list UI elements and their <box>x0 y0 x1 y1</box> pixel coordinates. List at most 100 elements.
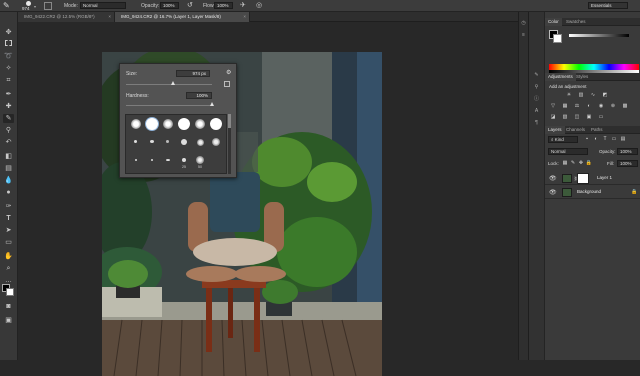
tab-adjustments[interactable]: Adjustments <box>545 73 576 81</box>
lasso-tool-icon[interactable]: ➰ <box>3 52 14 61</box>
threshold-icon[interactable]: ◫ <box>573 114 581 120</box>
black-white-icon[interactable]: ◐ <box>585 103 593 109</box>
curves-icon[interactable]: ∿ <box>589 92 597 98</box>
crop-tool-icon[interactable]: ⌗ <box>3 76 14 85</box>
filter-shape-icon[interactable]: ▭ <box>610 136 618 142</box>
healing-brush-tool-icon[interactable]: ✚ <box>3 102 14 111</box>
brush-size-slider-thumb[interactable] <box>170 81 175 85</box>
airbrush-icon[interactable]: ✈ <box>240 2 248 10</box>
info-icon[interactable]: ⓘ <box>533 96 540 103</box>
presets-scrollbar[interactable] <box>228 114 231 174</box>
brush-preset[interactable] <box>160 135 176 155</box>
blur-tool-icon[interactable]: 💧 <box>3 176 14 185</box>
brush-preset-selected[interactable] <box>144 116 160 136</box>
brush-preset[interactable] <box>208 135 224 155</box>
eye-icon[interactable]: 👁 <box>549 175 557 182</box>
hand-tool-icon[interactable]: ✋ <box>3 252 14 261</box>
pressure-size-icon[interactable]: ◎ <box>256 2 264 10</box>
brush-preset[interactable]: 25 <box>176 155 192 173</box>
layer-row-background[interactable]: 👁 Background 🔒 <box>545 186 640 199</box>
posterize-icon[interactable]: ▧ <box>561 114 569 120</box>
brush-settings-icon[interactable]: ✎ <box>533 72 540 79</box>
move-tool-icon[interactable]: ✥ <box>3 28 14 37</box>
background-color-swatch[interactable] <box>6 288 14 296</box>
tab-swatches[interactable]: Swatches <box>563 18 589 26</box>
character-icon[interactable]: A <box>533 108 540 115</box>
eraser-tool-icon[interactable]: ◧ <box>3 152 14 161</box>
brush-size-input[interactable]: 974 px <box>176 70 210 77</box>
brush-preset[interactable] <box>128 135 144 155</box>
brush-preset[interactable] <box>208 116 224 136</box>
pen-tool-icon[interactable]: ✑ <box>3 202 14 211</box>
hue-saturation-icon[interactable]: ▦ <box>561 103 569 109</box>
brush-panel-toggle-icon[interactable] <box>44 2 52 10</box>
opacity-input[interactable]: 100% <box>160 2 179 9</box>
gradient-tool-icon[interactable]: ▤ <box>3 164 14 173</box>
brightness-contrast-icon[interactable]: ☀ <box>565 92 573 98</box>
dodge-tool-icon[interactable]: ● <box>3 188 14 197</box>
brush-preset[interactable] <box>176 116 192 136</box>
filter-pixel-icon[interactable]: ▪ <box>583 136 591 142</box>
lock-all-icon[interactable]: 🔒 <box>585 160 593 166</box>
filter-type-icon[interactable]: T <box>601 136 609 142</box>
pressure-opacity-icon[interactable]: ↺ <box>187 2 195 10</box>
close-icon[interactable]: × <box>243 12 246 22</box>
layer-opacity-input[interactable]: 100% <box>617 148 638 155</box>
layer-filter-kind[interactable]: ⌕ Kind <box>548 136 578 143</box>
shape-tool-icon[interactable]: ▭ <box>3 238 14 247</box>
blend-mode-select[interactable]: Normal <box>548 148 588 155</box>
brush-preset[interactable] <box>160 155 176 173</box>
eye-icon[interactable]: 👁 <box>549 189 557 196</box>
brush-size-readout[interactable]: 974 ▾ <box>18 1 44 11</box>
tab-styles[interactable]: Styles <box>573 73 591 81</box>
channel-mixer-icon[interactable]: ⊛ <box>609 103 617 109</box>
quick-mask-icon[interactable]: ◙ <box>3 302 14 311</box>
clone-source-icon[interactable]: ⚲ <box>533 84 540 91</box>
lock-transparent-icon[interactable]: ▦ <box>561 160 569 166</box>
exposure-icon[interactable]: ◩ <box>601 92 609 98</box>
tab-paths[interactable]: Paths <box>588 126 606 134</box>
filter-smart-icon[interactable]: ▤ <box>619 136 627 142</box>
hardness-input[interactable]: 100% <box>186 92 212 99</box>
history-brush-tool-icon[interactable]: ↶ <box>3 138 14 147</box>
workspace-select[interactable]: Essentials <box>588 2 628 9</box>
type-tool-icon[interactable]: T <box>3 214 14 223</box>
tab-img-9422[interactable]: IMG_9422.CR2 @ 12.5% (RGB/8*) × <box>18 12 115 22</box>
marquee-tool-icon[interactable] <box>3 40 14 49</box>
brush-preset[interactable] <box>192 116 208 136</box>
properties-icon[interactable]: ≡ <box>520 32 527 39</box>
layer-mask-thumbnail[interactable] <box>577 173 589 184</box>
filter-adjustment-icon[interactable]: ◐ <box>592 136 600 142</box>
vibrance-icon[interactable]: ▽ <box>549 103 557 109</box>
history-icon[interactable]: ◷ <box>520 20 527 27</box>
fill-input[interactable]: 100% <box>617 160 638 167</box>
hardness-slider[interactable] <box>126 105 212 106</box>
lock-image-icon[interactable]: ✎ <box>569 160 577 166</box>
brush-preset[interactable] <box>128 116 144 136</box>
tab-channels[interactable]: Channels <box>563 126 588 134</box>
close-icon[interactable]: × <box>108 12 111 22</box>
color-slider-k[interactable] <box>569 34 629 37</box>
eyedropper-tool-icon[interactable]: ✒ <box>3 90 14 99</box>
brush-preset[interactable] <box>160 116 176 136</box>
brush-preset[interactable] <box>128 155 144 173</box>
photo-filter-icon[interactable]: ◉ <box>597 103 605 109</box>
gradient-map-icon[interactable]: ▭ <box>597 114 605 120</box>
layer-row-layer-1[interactable]: 👁 ⛓ Layer 1 <box>545 172 640 185</box>
color-background[interactable] <box>553 34 562 43</box>
hardness-slider-thumb[interactable] <box>209 102 214 106</box>
brush-preset[interactable]: 50 <box>192 155 208 173</box>
color-balance-icon[interactable]: ⚖ <box>573 103 581 109</box>
levels-icon[interactable]: ▥ <box>577 92 585 98</box>
brush-preset[interactable] <box>176 135 192 155</box>
new-preset-icon[interactable] <box>224 81 230 87</box>
mode-select[interactable]: Normal <box>80 2 126 9</box>
brush-tool-icon-active[interactable]: ✎ <box>3 114 14 123</box>
brush-tool-icon[interactable]: ✎ <box>3 1 13 11</box>
lock-position-icon[interactable]: ✥ <box>577 160 585 166</box>
brush-preset[interactable] <box>192 135 208 155</box>
canvas-area[interactable]: Size: 974 px ⚙ Hardness: 100% 25 50 <box>18 22 518 376</box>
brush-preset[interactable] <box>144 135 160 155</box>
quick-select-tool-icon[interactable]: ✧ <box>3 64 14 73</box>
clone-stamp-tool-icon[interactable]: ⚲ <box>3 126 14 135</box>
